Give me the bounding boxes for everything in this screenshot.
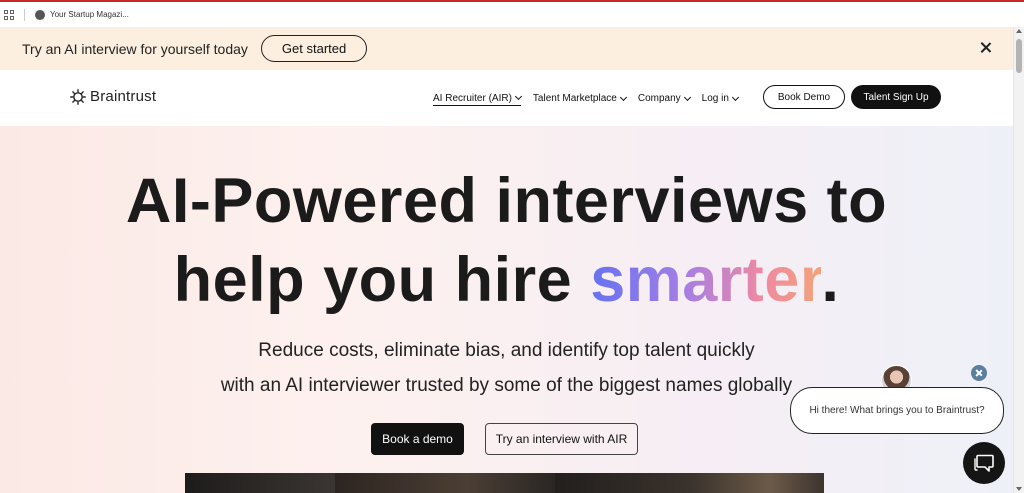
page-scrollbar[interactable] (1013, 27, 1024, 493)
logo[interactable]: Braintrust (70, 88, 156, 105)
main-nav: AI Recruiter (AIR) Talent Marketplace Co… (433, 91, 750, 106)
nav-item-company[interactable]: Company (637, 91, 691, 106)
hero-headline-line2: help you hire smarter. (0, 241, 1013, 319)
talent-signup-button[interactable]: Talent Sign Up (851, 85, 941, 109)
scroll-up-arrow-icon[interactable] (1016, 29, 1022, 33)
preview-frame (555, 473, 824, 493)
book-a-demo-button[interactable]: Book a demo (371, 423, 464, 455)
apps-grid-icon[interactable] (4, 9, 14, 20)
chat-greeting-text: Hi there! What brings you to Braintrust? (809, 405, 985, 416)
get-started-button[interactable]: Get started (260, 35, 368, 62)
headline-accent-word: smarter (590, 245, 822, 315)
divider (24, 8, 25, 21)
nav-item-ai-recruiter[interactable]: AI Recruiter (AIR) (433, 91, 522, 106)
promo-banner: Try an AI interview for yourself today G… (0, 27, 1013, 70)
try-interview-button[interactable]: Try an interview with AIR (485, 423, 638, 455)
chat-greeting-bubble[interactable]: Hi there! What brings you to Braintrust? (790, 387, 1004, 434)
preview-frame (335, 473, 555, 493)
video-preview[interactable] (185, 473, 824, 493)
promo-text: Try an AI interview for yourself today (22, 40, 248, 57)
headline-suffix: . (821, 245, 840, 315)
chevron-down-icon (619, 93, 627, 101)
site-header: Braintrust AI Recruiter (AIR) Talent Mar… (0, 70, 1013, 126)
logo-text: Braintrust (90, 88, 157, 105)
chevron-down-icon (731, 93, 739, 101)
browser-bar: Your Startup Magazi... (0, 0, 1024, 27)
chevron-down-icon (683, 93, 691, 101)
nav-item-label: AI Recruiter (AIR) (433, 92, 512, 104)
close-icon[interactable] (979, 41, 993, 55)
nav-item-label: Company (637, 93, 681, 104)
chat-bubble-icon (974, 454, 994, 472)
nav-item-talent-marketplace[interactable]: Talent Marketplace (532, 91, 627, 106)
scroll-down-arrow-icon[interactable] (1016, 487, 1022, 491)
chevron-down-icon (514, 92, 522, 101)
braintrust-logo-icon (70, 88, 86, 105)
nav-item-label: Talent Marketplace (532, 93, 617, 104)
chat-close-icon[interactable] (971, 365, 987, 381)
book-demo-button[interactable]: Book Demo (763, 85, 845, 109)
bookmark-tab[interactable]: Your Startup Magazi... (50, 10, 129, 19)
chat-launcher-button[interactable] (963, 442, 1005, 484)
nav-item-label: Log in (701, 93, 729, 104)
headline-prefix: help you hire (173, 245, 591, 315)
preview-frame (185, 473, 335, 493)
nav-item-log-in[interactable]: Log in (701, 91, 739, 106)
scrollbar-thumb[interactable] (1016, 39, 1022, 73)
globe-icon (35, 9, 45, 20)
hero-subtitle-line1: Reduce costs, eliminate bias, and identi… (258, 340, 755, 361)
hero-section: AI-Powered interviews to help you hire s… (0, 126, 1013, 493)
hero-headline-line1: AI-Powered interviews to (125, 166, 888, 236)
